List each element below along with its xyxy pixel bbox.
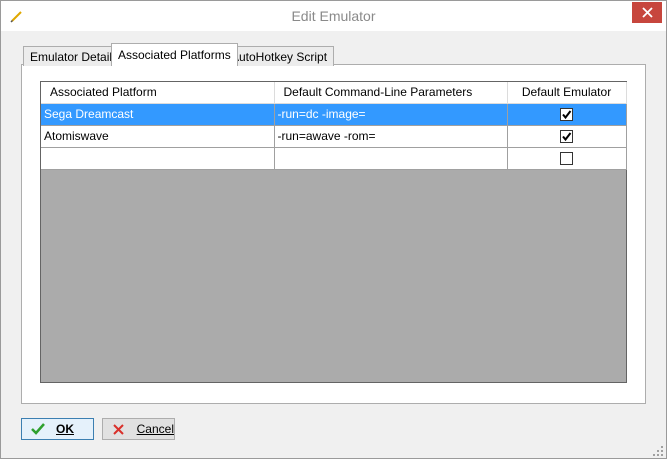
params-cell[interactable]: -run=dc -image= <box>274 103 508 126</box>
resize-grip-icon[interactable] <box>653 445 663 456</box>
table-row[interactable]: Sega Dreamcast -run=dc -image= <box>41 103 627 126</box>
ok-button[interactable]: OK <box>21 418 94 440</box>
table-row-new[interactable] <box>41 147 627 170</box>
close-icon <box>641 7 653 18</box>
params-cell[interactable] <box>274 147 508 170</box>
tab-associated-platforms[interactable]: Associated Platforms <box>111 43 238 66</box>
default-checkbox[interactable] <box>560 108 573 122</box>
default-checkbox[interactable] <box>560 152 573 166</box>
checkmark-icon <box>562 132 572 142</box>
cancel-label: Cancel <box>136 422 174 436</box>
checkmark-icon <box>30 421 46 437</box>
close-button[interactable] <box>632 2 662 23</box>
table-row[interactable]: Atomiswave -run=awave -rom= <box>41 125 627 148</box>
cancel-button[interactable]: Cancel <box>102 418 175 440</box>
grid-header: Associated Platform Default Command-Line… <box>41 82 627 104</box>
column-header-default[interactable]: Default Emulator <box>507 82 627 104</box>
default-checkbox[interactable] <box>560 130 573 144</box>
platform-cell[interactable]: Atomiswave <box>41 125 275 148</box>
cancel-x-icon <box>111 421 127 437</box>
params-cell[interactable]: -run=awave -rom= <box>274 125 508 148</box>
platform-cell[interactable]: Sega Dreamcast <box>41 103 275 126</box>
column-header-platform[interactable]: Associated Platform <box>41 82 275 104</box>
column-header-params[interactable]: Default Command-Line Parameters <box>274 82 508 104</box>
default-cell[interactable] <box>507 103 627 126</box>
tab-autohotkey-script[interactable]: AutoHotkey Script <box>224 46 335 66</box>
window-title: Edit Emulator <box>291 8 376 24</box>
platforms-grid[interactable]: Associated Platform Default Command-Line… <box>40 81 627 383</box>
edit-emulator-window: Edit Emulator Emulator Details Associate… <box>0 0 667 459</box>
checkmark-icon <box>562 110 572 120</box>
title-bar[interactable]: Edit Emulator <box>1 1 666 31</box>
tab-emulator-details[interactable]: Emulator Details <box>23 46 126 66</box>
platform-cell[interactable] <box>41 147 275 170</box>
ok-label: OK <box>56 422 74 436</box>
default-cell[interactable] <box>507 147 627 170</box>
default-cell[interactable] <box>507 125 627 148</box>
